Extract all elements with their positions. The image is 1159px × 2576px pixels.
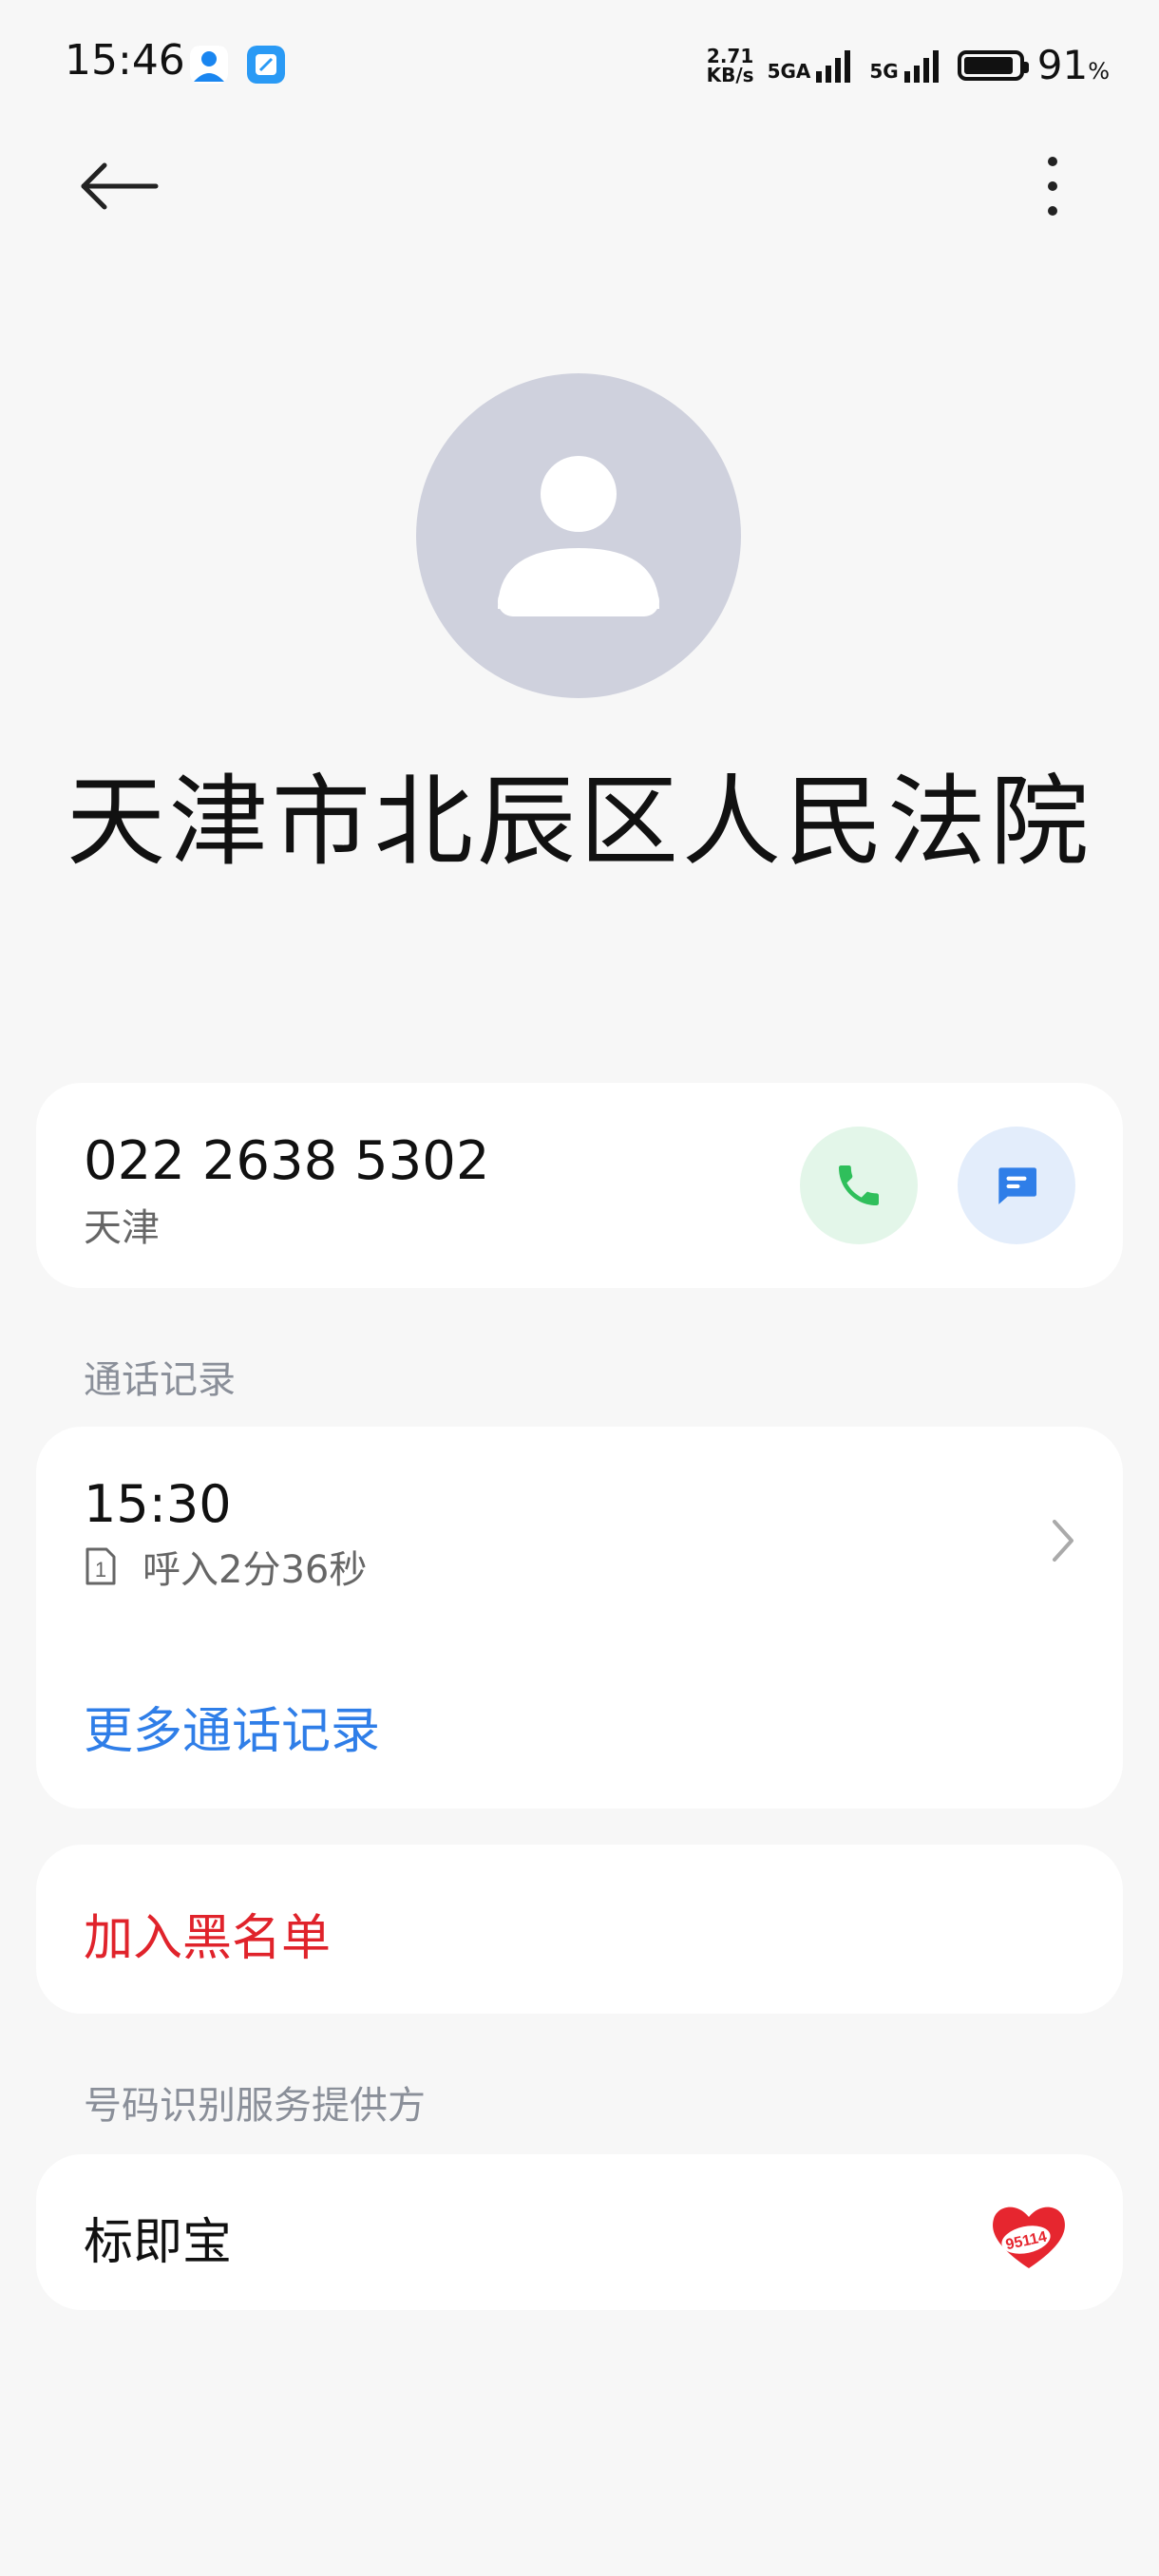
battery-cap <box>1023 61 1029 73</box>
call-log-section-label: 通话记录 <box>84 1358 236 1402</box>
back-button[interactable] <box>76 152 162 220</box>
provider-card[interactable]: 标即宝 95114 <box>36 2154 1123 2310</box>
status-indicators: 2.71 KB/s 5GA 5G 91% <box>707 42 1110 88</box>
chevron-right-icon <box>1053 1520 1074 1562</box>
add-to-blacklist-label: 加入黑名单 <box>84 1910 332 1967</box>
more-options-button[interactable] <box>1036 152 1070 220</box>
add-to-blacklist-button[interactable]: 加入黑名单 <box>36 1845 1123 2014</box>
person-icon <box>498 456 659 616</box>
status-time: 15:46 <box>65 36 185 85</box>
call-log-time: 15:30 <box>84 1474 232 1534</box>
notification-notes-icon <box>247 46 285 84</box>
message-button[interactable] <box>958 1127 1075 1244</box>
more-vertical-icon <box>1048 157 1057 216</box>
more-call-logs-link[interactable]: 更多通话记录 <box>84 1691 380 1762</box>
battery-percent-value: 91 <box>1036 42 1089 88</box>
network-speed-value: 2.71 <box>706 44 754 67</box>
signal-bars-icon <box>816 49 851 83</box>
call-log-direction-duration: 呼入2分36秒 <box>142 1548 368 1592</box>
sim-slot-number: 1 <box>95 1558 106 1582</box>
battery-percent: 91% <box>1037 42 1110 88</box>
battery-icon <box>957 49 1029 81</box>
notification-app-icon <box>190 46 228 84</box>
call-button[interactable] <box>800 1127 918 1244</box>
battery-percent-sign: % <box>1088 58 1110 85</box>
phone-number-card[interactable]: 022 2638 5302 天津 <box>36 1083 1123 1288</box>
phone-location: 天津 <box>84 1206 160 1250</box>
contact-avatar <box>416 373 741 698</box>
call-log-detail: 1 呼入2分36秒 <box>84 1539 367 1594</box>
network-speed-unit: KB/s <box>706 63 754 86</box>
call-log-card: 15:30 1 呼入2分36秒 更多通话记录 <box>36 1427 1123 1809</box>
battery-fill <box>963 56 1013 74</box>
signal-sim2: 5G <box>869 48 943 83</box>
contact-name: 天津市北辰区人民法院 <box>66 764 1092 880</box>
message-icon <box>998 1167 1036 1204</box>
phone-number[interactable]: 022 2638 5302 <box>84 1130 490 1192</box>
arrow-left-icon <box>81 162 159 210</box>
provider-logo: 95114 <box>993 2207 1065 2268</box>
provider-name: 标即宝 <box>84 2214 233 2271</box>
provider-section-label: 号码识别服务提供方 <box>84 2084 426 2128</box>
sim2-network-label: 5G <box>869 59 899 83</box>
sim1-network-label: 5GA <box>767 59 811 83</box>
network-speed: 2.71 KB/s <box>707 47 754 85</box>
signal-sim1: 5GA <box>768 48 857 83</box>
sim-card-icon: 1 <box>86 1547 116 1585</box>
signal-bars-icon <box>903 49 939 83</box>
phone-icon <box>839 1165 879 1205</box>
